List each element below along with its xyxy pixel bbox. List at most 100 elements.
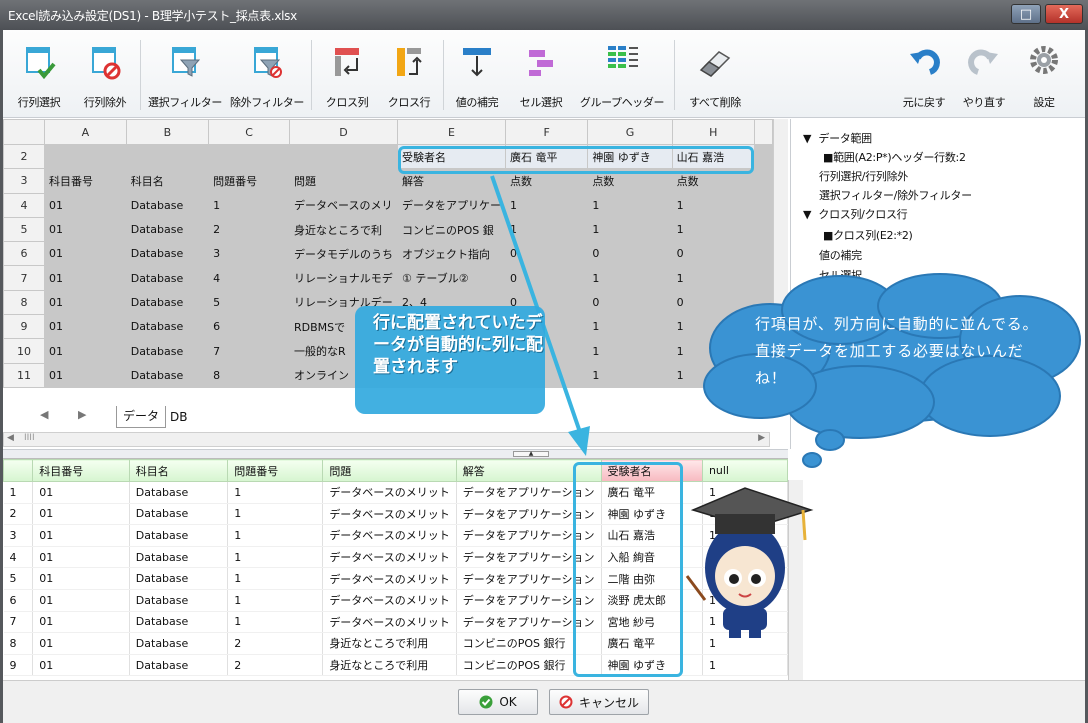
preview-row-number[interactable]: 1 [3, 481, 34, 504]
sheet-cell[interactable]: データモデルのうち [289, 241, 398, 267]
sheet-cell[interactable]: 01 [44, 241, 127, 267]
sheet-cell[interactable]: 3 [208, 241, 290, 267]
corner-cell[interactable] [3, 119, 46, 145]
sheet-cell[interactable] [125, 143, 210, 170]
preview-row-number[interactable]: 6 [3, 589, 34, 612]
preview-column-header[interactable]: 科目番号 [32, 459, 130, 482]
tree-item-filter[interactable]: 選択フィルター/除外フィルター [819, 187, 972, 203]
sheet-cell[interactable]: 1 [671, 192, 755, 218]
close-button[interactable]: X [1045, 4, 1083, 24]
sheet-cell[interactable]: Database [125, 265, 210, 291]
cell-select-button[interactable]: セル選択 [509, 30, 573, 118]
preview-cell[interactable]: データベースのメリット [322, 503, 457, 526]
tab-prev-icon[interactable]: ◀ [40, 408, 48, 421]
row-select-button[interactable]: 行列選択 [3, 30, 75, 118]
sheet-cell[interactable]: 8 [208, 362, 290, 388]
tree-toggle-icon[interactable]: ▼ [803, 208, 811, 221]
tree-item-cross-column[interactable]: ■クロス列(E2:*2) [823, 227, 913, 243]
sheet-cell[interactable]: Database [125, 362, 210, 388]
sheet-cell[interactable] [289, 143, 398, 170]
preview-cell[interactable]: 01 [32, 546, 130, 569]
preview-cell[interactable]: 01 [32, 632, 130, 655]
preview-cell[interactable]: データベースのメリット [322, 546, 457, 569]
sheet-cell[interactable]: 0 [671, 241, 755, 267]
tab-data[interactable]: データ [116, 406, 166, 428]
preview-cell[interactable]: 1 [227, 546, 324, 569]
preview-row-number[interactable]: 2 [3, 503, 34, 526]
preview-cell[interactable]: 01 [32, 503, 130, 526]
column-header[interactable]: C [208, 119, 290, 145]
sheet-cell[interactable]: 身近なところで利 [289, 216, 398, 243]
sheet-cell[interactable] [208, 143, 290, 170]
preview-cell[interactable]: 1 [702, 654, 788, 677]
preview-cell[interactable]: Database [129, 654, 229, 677]
maximize-button[interactable]: □ [1011, 4, 1041, 24]
sheet-cell[interactable]: Database [125, 216, 210, 243]
sheet-cell[interactable]: 01 [44, 314, 127, 340]
row-header[interactable]: 8 [3, 289, 46, 316]
column-header[interactable]: B [125, 119, 210, 145]
preview-cell[interactable]: 1 [227, 481, 324, 504]
tree-toggle-icon[interactable]: ▼ [803, 132, 811, 145]
preview-row-number[interactable]: 5 [3, 567, 34, 590]
group-header-button[interactable]: グループヘッダー [575, 30, 669, 118]
preview-cell[interactable]: データベースのメリット [322, 524, 457, 547]
exclude-filter-button[interactable]: 除外フィルター [225, 30, 309, 118]
sheet-cell[interactable]: 科目番号 [44, 168, 127, 194]
preview-row-number[interactable]: 9 [3, 654, 34, 677]
row-header[interactable]: 9 [3, 314, 46, 340]
preview-cell[interactable]: 身近なところで利用 [322, 632, 457, 655]
preview-row-number[interactable]: 8 [3, 632, 34, 655]
preview-cell[interactable]: 01 [32, 481, 130, 504]
redo-button[interactable]: やり直す [955, 30, 1013, 118]
settings-button[interactable]: 設定 [1015, 30, 1073, 118]
column-header[interactable]: E [397, 119, 506, 145]
sheet-cell[interactable]: データベースのメリ [289, 192, 398, 218]
preview-cell[interactable]: Database [129, 503, 229, 526]
preview-cell[interactable]: 01 [32, 654, 130, 677]
cancel-button[interactable]: キャンセル [549, 689, 649, 715]
preview-cell[interactable]: 1 [227, 503, 324, 526]
preview-cell[interactable]: データベースのメリット [322, 589, 457, 612]
preview-cell[interactable]: Database [129, 611, 229, 634]
sheet-cell[interactable]: Database [125, 192, 210, 218]
column-header[interactable]: H [671, 119, 755, 145]
sheet-cell[interactable]: 01 [44, 338, 127, 364]
tab-next-icon[interactable]: ▶ [78, 408, 86, 421]
preview-cell[interactable]: 01 [32, 611, 130, 634]
preview-column-header[interactable]: 科目名 [128, 459, 229, 482]
row-header[interactable]: 6 [3, 241, 46, 267]
preview-cell[interactable]: 01 [32, 567, 130, 590]
preview-cell[interactable]: 2 [227, 632, 324, 655]
preview-cell[interactable]: Database [129, 524, 229, 547]
sheet-cell[interactable]: 4 [208, 265, 290, 291]
preview-cell[interactable]: データベースのメリット [322, 481, 457, 504]
sheet-cell[interactable]: 5 [208, 289, 290, 316]
row-header[interactable]: 11 [3, 362, 46, 388]
value-fill-button[interactable]: 値の補完 [445, 30, 509, 118]
preview-row-number[interactable]: 3 [3, 524, 34, 547]
preview-cell[interactable]: 2 [227, 654, 324, 677]
sheet-cell[interactable]: 科目名 [125, 168, 210, 194]
sheet-row[interactable]: 5 01 Database 2 身近なところで利 コンビニのPOS 銀111 [3, 216, 773, 243]
sheet-cell[interactable]: 01 [44, 265, 127, 291]
cross-column-button[interactable]: クロス列 [315, 30, 379, 118]
preview-cell[interactable]: Database [129, 546, 229, 569]
cross-row-button[interactable]: クロス行 [377, 30, 441, 118]
preview-column-header[interactable]: 問題番号 [227, 459, 324, 482]
sheet-cell[interactable]: 6 [208, 314, 290, 340]
sheet-row[interactable]: 6 01 Database 3 データモデルのうち オブジェクト指向 0 0 0 [3, 241, 773, 267]
column-header[interactable]: D [289, 119, 398, 145]
sheet-cell[interactable] [44, 143, 127, 170]
panel-splitter[interactable]: ▲ [3, 449, 788, 458]
sheet-horizontal-scrollbar[interactable]: ◀ IIII ▶ [3, 432, 770, 447]
sheet-cell[interactable]: Database [125, 289, 210, 316]
sheet-cell[interactable]: 01 [44, 216, 127, 243]
tree-item-range[interactable]: ■範囲(A2:P*)ヘッダー行数:2 [823, 149, 966, 165]
preview-row-number[interactable]: 4 [3, 546, 34, 569]
sheet-row[interactable]: 7 01 Database 4 リレーショナルモデ ① テーブル② 0 1 1 [3, 265, 773, 291]
sheet-cell[interactable]: 問題番号 [208, 168, 290, 194]
scroll-left-icon[interactable]: ◀ [7, 433, 14, 443]
row-header[interactable]: 2 [3, 143, 46, 170]
sheet-cell[interactable]: Database [125, 241, 210, 267]
